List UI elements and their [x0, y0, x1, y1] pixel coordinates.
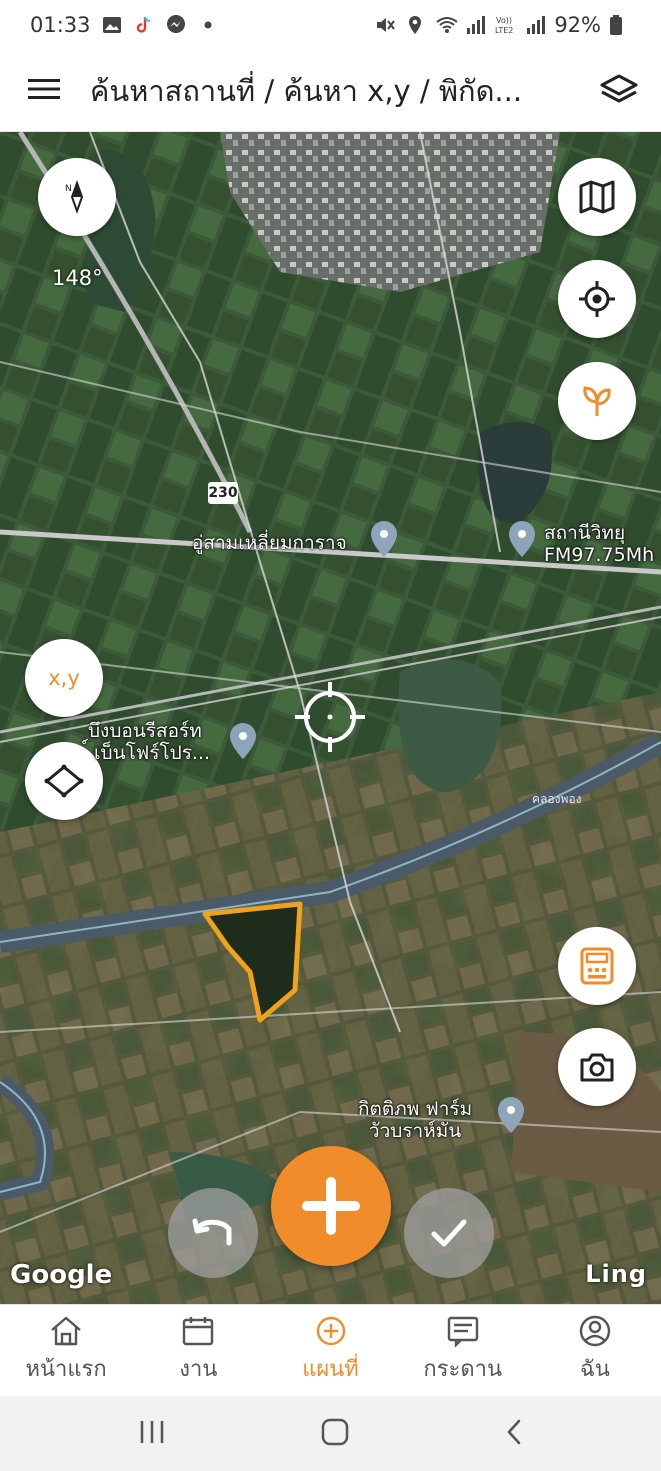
- recent-apps-icon: [140, 1420, 164, 1443]
- nav-item-tasks[interactable]: งาน: [132, 1305, 264, 1396]
- map-icon: [579, 180, 615, 214]
- my-location-button[interactable]: [558, 260, 636, 338]
- add-button[interactable]: [271, 1146, 391, 1266]
- menu-icon[interactable]: [28, 77, 60, 105]
- tiktok-icon: [133, 14, 155, 36]
- calculator-icon: [580, 947, 614, 985]
- polygon-icon: [44, 764, 84, 798]
- nav-label: แผนที่: [302, 1357, 359, 1382]
- signal-icon: [524, 14, 546, 36]
- ling-logo: Ling: [585, 1260, 647, 1288]
- pin-label-line: วัวบราห์มัน: [368, 1120, 462, 1142]
- signal-icon: [464, 14, 486, 36]
- map-pin-icon[interactable]: [229, 722, 257, 760]
- map-pin-icon[interactable]: [497, 1096, 525, 1134]
- nav-label: กระดาน: [423, 1357, 503, 1382]
- check-icon: [431, 1219, 467, 1247]
- svg-text:N: N: [65, 184, 72, 194]
- pin-label-line: ์ เบ็นโฟร์โปร...: [88, 742, 211, 764]
- nav-label: งาน: [179, 1357, 218, 1382]
- pin-label-line: บึงบอนรีสอร์ท: [88, 720, 202, 742]
- location-icon: [404, 14, 426, 36]
- svg-text:Vo)): Vo)): [496, 16, 512, 25]
- pin-label-line: กิตติภพ ฟาร์ม: [358, 1098, 473, 1120]
- compass-button[interactable]: N: [38, 158, 116, 236]
- messenger-icon: [165, 14, 187, 36]
- pin-label-radio-station: สถานีวิทยุ FM97.75Mh: [544, 522, 654, 566]
- status-time: 01:33: [30, 13, 91, 37]
- nav-item-map[interactable]: แผนที่: [264, 1305, 396, 1396]
- camera-icon: [580, 1053, 614, 1082]
- pin-label-resort: บึงบอนรีสอร์ท ์ เบ็นโฟร์โปร...: [88, 720, 210, 764]
- back-button[interactable]: [504, 1418, 524, 1450]
- home-system-button[interactable]: [320, 1417, 350, 1451]
- svg-text:LTE2: LTE2: [495, 26, 513, 35]
- nav-item-board[interactable]: กระดาน: [397, 1305, 529, 1396]
- calendar-icon: [183, 1317, 214, 1346]
- route-shield: 230: [208, 482, 238, 504]
- pin-label-line: สถานีวิทยุ: [544, 522, 626, 544]
- layers-icon[interactable]: [599, 73, 639, 109]
- compass-bearing: 148°: [52, 266, 103, 290]
- dot-icon: [197, 14, 219, 36]
- battery-icon: [609, 14, 631, 36]
- calculator-button[interactable]: [558, 927, 636, 1005]
- home-icon: [51, 1316, 81, 1346]
- status-bar: 01:33 Vo)) LTE2 92%: [0, 0, 661, 50]
- home-square-icon: [322, 1418, 349, 1445]
- nav-item-home[interactable]: หน้าแรก: [0, 1305, 132, 1396]
- mute-icon: [374, 14, 396, 36]
- battery-percent: 92%: [554, 13, 601, 37]
- xy-label: x,y: [48, 666, 80, 690]
- plant-icon: [583, 386, 611, 416]
- plant-button[interactable]: [558, 362, 636, 440]
- google-logo: Google: [10, 1260, 113, 1290]
- undo-button[interactable]: [168, 1188, 258, 1278]
- xy-button[interactable]: x,y: [25, 639, 103, 717]
- recent-apps-button[interactable]: [137, 1419, 167, 1449]
- undo-icon: [192, 1218, 232, 1246]
- gps-icon: [579, 281, 615, 317]
- pin-label-farm: กิตติภพ ฟาร์ม วัวบราห์มัน: [358, 1098, 472, 1142]
- wifi-icon: [434, 14, 458, 36]
- pin-label-garage: อู่สามเหลี่ยมการาจ: [192, 532, 347, 554]
- pin-label-line: FM97.75Mh: [544, 544, 655, 566]
- nav-label: ฉัน: [579, 1357, 610, 1382]
- system-nav-bar: [0, 1396, 661, 1471]
- back-icon: [507, 1419, 521, 1444]
- map-view[interactable]: 230 คลองพอง N 148° x,y อู่สามเหลี่ยมการา…: [0, 132, 661, 1304]
- bottom-nav: หน้าแรก งาน แผนที่ กระดาน ฉัน: [0, 1304, 661, 1396]
- canal-label: คลองพอง: [532, 792, 582, 806]
- map-pin-icon[interactable]: [370, 520, 398, 558]
- compass-icon: N: [65, 180, 84, 214]
- map-type-button[interactable]: [558, 158, 636, 236]
- plus-icon: [302, 1177, 360, 1235]
- app-bar: ค้นหาสถานที่ / ค้นหา x,y / พิกัด...: [0, 50, 661, 132]
- lte-icon: Vo)) LTE2: [494, 14, 516, 36]
- board-icon: [447, 1316, 478, 1347]
- search-title[interactable]: ค้นหาสถานที่ / ค้นหา x,y / พิกัด...: [90, 68, 580, 114]
- profile-icon: [579, 1315, 611, 1347]
- gallery-icon: [101, 14, 123, 36]
- nav-label: หน้าแรก: [25, 1357, 107, 1382]
- map-pin-icon[interactable]: [508, 520, 536, 558]
- camera-button[interactable]: [558, 1028, 636, 1106]
- confirm-button[interactable]: [404, 1188, 494, 1278]
- nav-item-profile[interactable]: ฉัน: [529, 1305, 661, 1396]
- add-circle-icon: [316, 1316, 345, 1346]
